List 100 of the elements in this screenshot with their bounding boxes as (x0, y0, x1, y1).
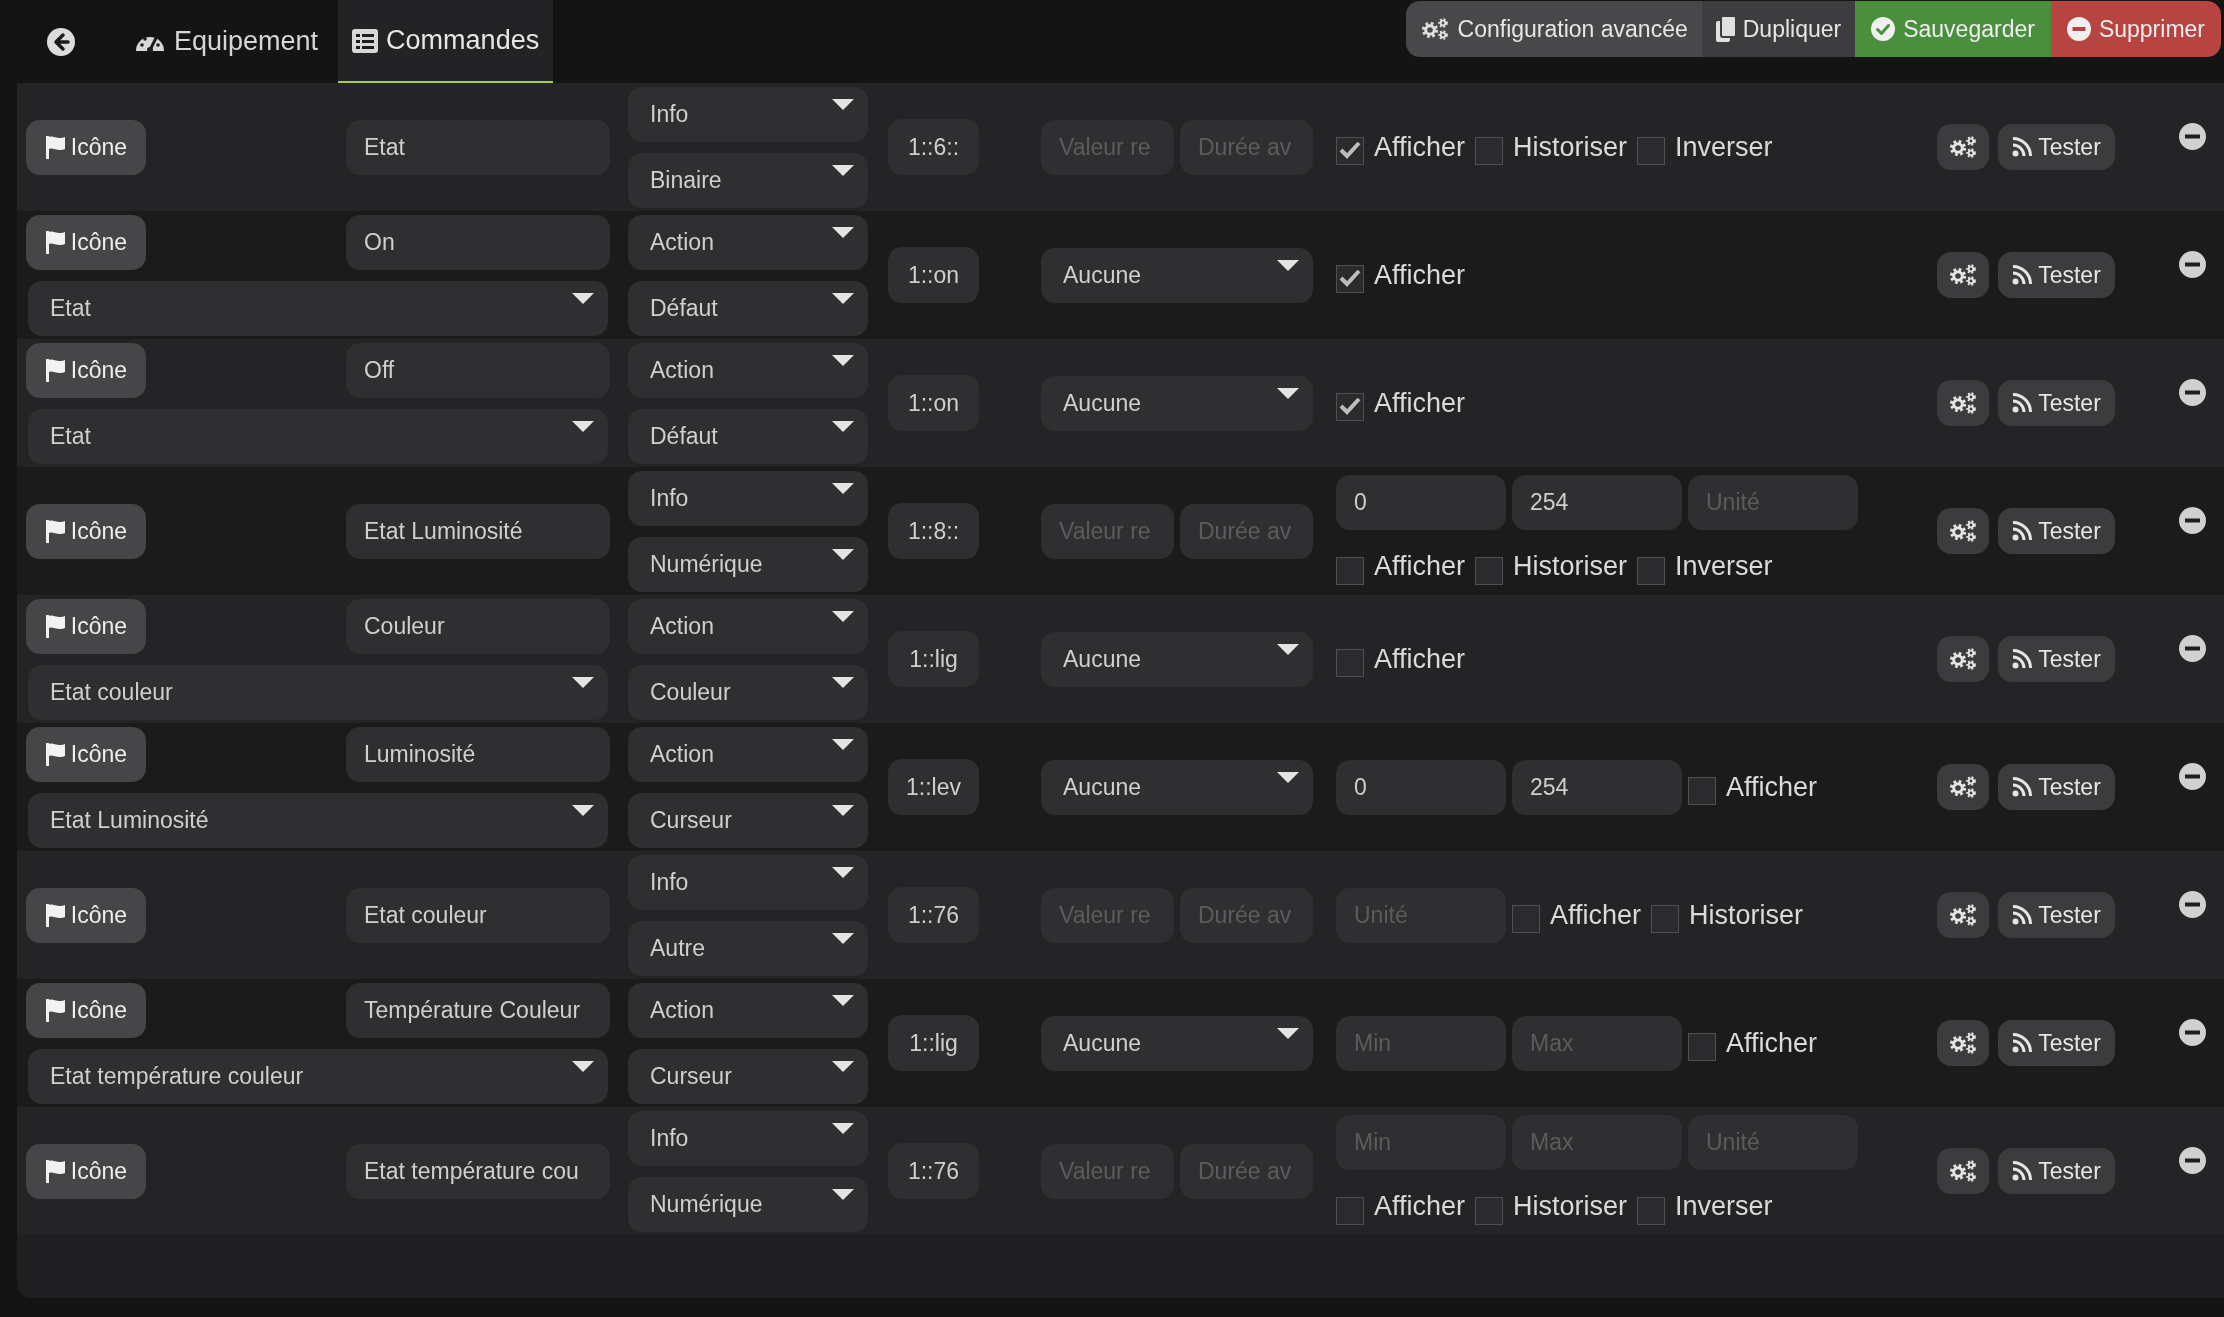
icon-button[interactable]: Icône (26, 342, 146, 398)
name-field[interactable]: Etat couleur (346, 887, 610, 943)
linked-state-select[interactable]: Etat (28, 408, 608, 464)
name-field[interactable]: Couleur (346, 598, 610, 654)
delete-button[interactable]: Supprimer (2050, 1, 2221, 57)
linked-state-select[interactable]: Etat Luminosité (28, 792, 608, 848)
test-button[interactable]: Tester (1998, 252, 2115, 298)
name-field[interactable]: On (346, 214, 610, 270)
checkbox[interactable] (1336, 137, 1364, 165)
settings-button[interactable] (1937, 1020, 1989, 1066)
test-button[interactable]: Tester (1998, 892, 2115, 938)
checkbox[interactable] (1336, 1196, 1364, 1225)
subtype-select[interactable]: Défaut (628, 408, 868, 464)
type-select[interactable]: Info (628, 854, 868, 910)
logical-id-field[interactable]: 1::76 (888, 1143, 979, 1199)
checkbox[interactable] (1688, 1033, 1716, 1061)
subtype-select[interactable]: Curseur (628, 1048, 868, 1104)
name-field[interactable]: Etat Luminosité (346, 503, 610, 559)
type-select[interactable]: Info (628, 470, 868, 526)
checkbox[interactable] (1637, 1196, 1666, 1225)
icon-button[interactable]: Icône (26, 1143, 146, 1199)
settings-button[interactable] (1937, 892, 1989, 938)
linked-state-select[interactable]: Etat (28, 280, 608, 336)
name-field[interactable]: Luminosité (346, 726, 610, 782)
value-select[interactable]: Aucune (1041, 631, 1313, 687)
remove-icon[interactable] (2179, 635, 2206, 662)
subtype-select[interactable]: Couleur (628, 664, 868, 720)
checkbox[interactable] (1637, 556, 1666, 585)
icon-button[interactable]: Icône (26, 503, 146, 559)
type-select[interactable]: Action (628, 342, 868, 398)
test-button[interactable]: Tester (1998, 508, 2115, 554)
settings-button[interactable] (1937, 764, 1989, 810)
logical-id-field[interactable]: 1::lig (888, 1015, 979, 1071)
icon-button[interactable]: Icône (26, 598, 146, 654)
remove-icon[interactable] (2179, 251, 2206, 278)
value-select[interactable]: Aucune (1041, 1015, 1313, 1071)
test-button[interactable]: Tester (1998, 1148, 2115, 1194)
logical-id-field[interactable]: 1::8:: (888, 503, 979, 559)
param-field[interactable]: 254 (1512, 475, 1682, 531)
logical-id-field[interactable]: 1::6:: (888, 119, 979, 175)
checkbox[interactable] (1475, 1196, 1504, 1225)
subtype-select[interactable]: Binaire (628, 152, 868, 208)
type-select[interactable]: Action (628, 726, 868, 782)
checkbox[interactable] (1336, 393, 1364, 421)
test-button[interactable]: Tester (1998, 124, 2115, 170)
name-field[interactable]: Off (346, 342, 610, 398)
type-select[interactable]: Action (628, 598, 868, 654)
remove-icon[interactable] (2179, 1019, 2206, 1046)
tab[interactable]: Equipement (124, 0, 329, 83)
name-field[interactable]: Température Couleur (346, 982, 610, 1038)
settings-button[interactable] (1937, 508, 1989, 554)
settings-button[interactable] (1937, 636, 1989, 682)
settings-button[interactable] (1937, 380, 1989, 426)
checkbox[interactable] (1688, 777, 1716, 805)
type-select[interactable]: Action (628, 982, 868, 1038)
param-field[interactable]: 0 (1336, 759, 1506, 815)
subtype-select[interactable]: Curseur (628, 792, 868, 848)
remove-icon[interactable] (2179, 379, 2206, 406)
config-button[interactable]: Configuration avancée (1405, 1, 1702, 57)
tab[interactable]: Commandes (338, 0, 554, 83)
checkbox[interactable] (1336, 556, 1364, 585)
type-select[interactable]: Action (628, 214, 868, 270)
value-select[interactable]: Aucune (1041, 759, 1313, 815)
logical-id-field[interactable]: 1::on (888, 375, 979, 431)
param-field[interactable]: 0 (1336, 475, 1506, 531)
subtype-select[interactable]: Numérique (628, 1176, 868, 1232)
remove-icon[interactable] (2179, 507, 2206, 534)
checkbox[interactable] (1336, 265, 1364, 293)
checkbox[interactable] (1475, 556, 1504, 585)
remove-icon[interactable] (2179, 1147, 2206, 1174)
subtype-select[interactable]: Défaut (628, 280, 868, 336)
remove-icon[interactable] (2179, 763, 2206, 790)
type-select[interactable]: Info (628, 1110, 868, 1166)
checkbox[interactable] (1475, 137, 1504, 165)
linked-state-select[interactable]: Etat température couleur (28, 1048, 608, 1104)
icon-button[interactable]: Icône (26, 214, 146, 270)
name-field[interactable]: Etat température cou (346, 1143, 610, 1199)
test-button[interactable]: Tester (1998, 380, 2115, 426)
linked-state-select[interactable]: Etat couleur (28, 664, 608, 720)
icon-button[interactable]: Icône (26, 119, 146, 175)
test-button[interactable]: Tester (1998, 764, 2115, 810)
icon-button[interactable]: Icône (26, 982, 146, 1038)
settings-button[interactable] (1937, 1148, 1989, 1194)
value-select[interactable]: Aucune (1041, 375, 1313, 431)
test-button[interactable]: Tester (1998, 1020, 2115, 1066)
subtype-select[interactable]: Numérique (628, 536, 868, 592)
checkbox[interactable] (1637, 137, 1666, 165)
remove-icon[interactable] (2179, 891, 2206, 918)
param-field[interactable]: 254 (1512, 759, 1682, 815)
copy-button[interactable]: Dupliquer (1701, 1, 1856, 57)
subtype-select[interactable]: Autre (628, 920, 868, 976)
logical-id-field[interactable]: 1::lig (888, 631, 979, 687)
logical-id-field[interactable]: 1::lev (888, 759, 979, 815)
value-select[interactable]: Aucune (1041, 247, 1313, 303)
icon-button[interactable]: Icône (26, 726, 146, 782)
type-select[interactable]: Info (628, 86, 868, 142)
icon-button[interactable]: Icône (26, 887, 146, 943)
checkbox[interactable] (1336, 649, 1364, 677)
settings-button[interactable] (1937, 252, 1989, 298)
logical-id-field[interactable]: 1::76 (888, 887, 979, 943)
